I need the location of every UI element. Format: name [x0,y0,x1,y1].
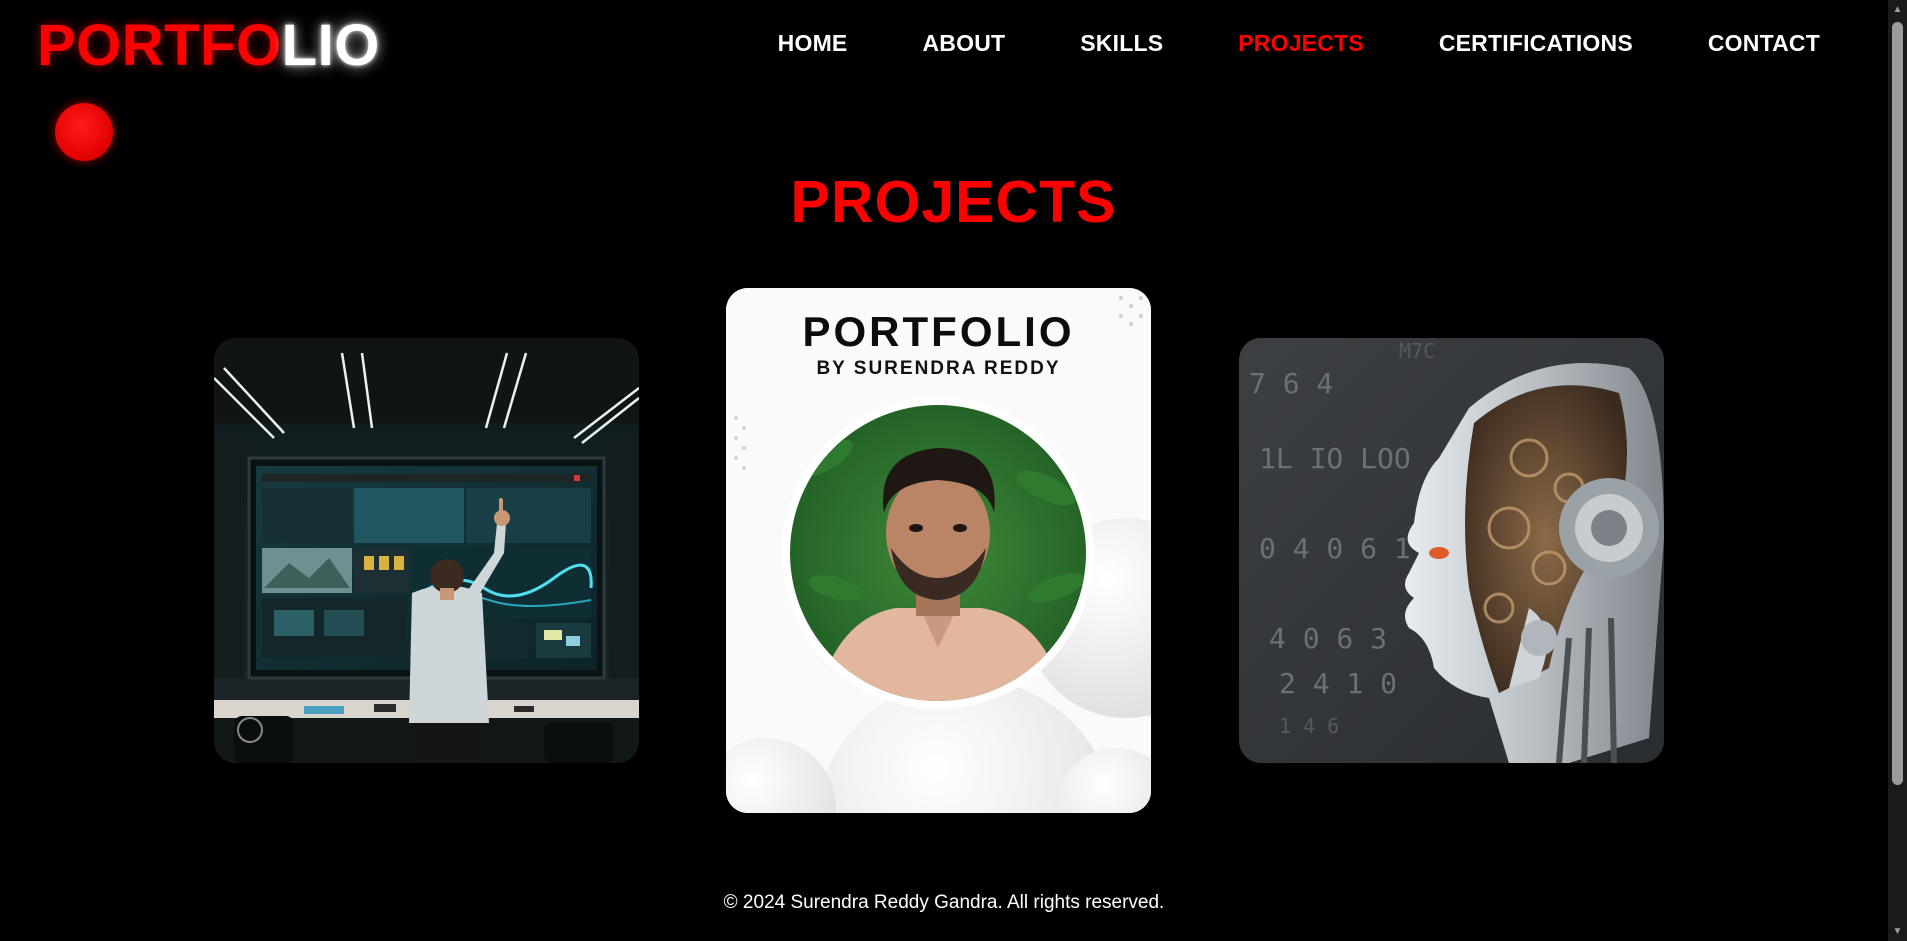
scroll-down-arrow-icon[interactable]: ▼ [1888,922,1907,941]
logo-red-part: PORTFO [37,13,282,78]
footer-copyright: © 2024 Surendra Reddy Gandra. All rights… [723,892,1165,913]
svg-text:1L IO LOO: 1L IO LOO [1259,442,1411,475]
robot-head-image: 7 6 4 1L IO LOO 0 4 0 6 1 6 4 0 6 3 2 4 … [1239,338,1664,763]
vertical-scrollbar[interactable]: ▲ ▼ [1888,0,1907,941]
nav-about[interactable]: ABOUT [922,30,1005,57]
nav-projects[interactable]: PROJECTS [1238,30,1364,57]
nav-certifications[interactable]: CERTIFICATIONS [1439,30,1633,57]
svg-text:7 6 4: 7 6 4 [1249,367,1333,400]
scroll-up-arrow-icon[interactable]: ▲ [1888,0,1907,19]
svg-text:1 4 6: 1 4 6 [1279,714,1339,738]
svg-text:M7C: M7C [1399,339,1435,363]
portfolio-cover-title: PORTFOLIO [802,308,1075,355]
logo[interactable]: PORTFOLIO [37,12,380,80]
red-dot-decoration [55,103,113,161]
analytics-screen-image [214,338,639,763]
svg-text:4 0 6 3: 4 0 6 3 [1269,622,1387,655]
nav-skills[interactable]: SKILLS [1080,30,1163,57]
portfolio-cover-subtitle: BY SURENDRA REDDY [816,358,1061,379]
logo-white-part: LIO [281,13,380,78]
project-card-ai[interactable]: 7 6 4 1L IO LOO 0 4 0 6 1 6 4 0 6 3 2 4 … [1239,338,1664,763]
nav-home[interactable]: HOME [778,30,848,57]
section-title: PROJECTS [790,169,1117,235]
page: PORTFOLIO HOME ABOUT SKILLS PROJECTS CER… [0,0,1907,941]
project-card-portfolio[interactable]: PORTFOLIO BY SURENDRA REDDY [726,288,1151,813]
main-nav: HOME ABOUT SKILLS PROJECTS CERTIFICATION… [778,30,1820,57]
svg-text:2 4 1 0: 2 4 1 0 [1279,667,1397,700]
project-card-analytics[interactable] [214,338,639,763]
scroll-thumb[interactable] [1892,22,1903,785]
nav-contact[interactable]: CONTACT [1708,30,1820,57]
